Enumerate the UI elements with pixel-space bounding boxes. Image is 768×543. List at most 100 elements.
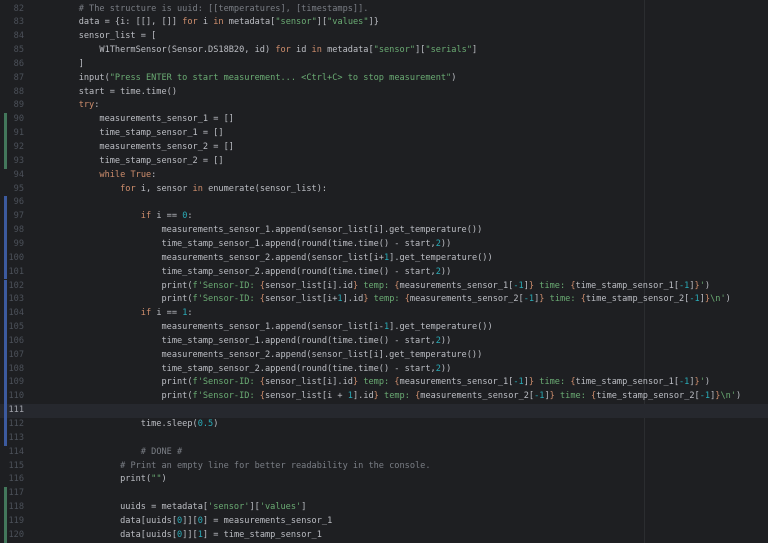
code-line[interactable]: 84 sensor_list = [ [0, 30, 768, 44]
code-line[interactable]: 88 start = time.time() [0, 86, 768, 100]
code-token: time_stamp_sensor_2.append(round(time.ti… [58, 266, 436, 277]
code-line[interactable]: 116 print("") [0, 473, 768, 487]
code-line[interactable]: 101 time_stamp_sensor_2.append(round(tim… [0, 265, 768, 280]
code-text[interactable]: time_stamp_sensor_2 = [] [58, 155, 223, 169]
code-line[interactable]: 103 print(f'Sensor-ID: {sensor_list[i+1]… [0, 293, 768, 308]
code-text[interactable]: time_stamp_sensor_1 = [] [58, 127, 223, 141]
code-text[interactable]: if i == 0: [58, 210, 193, 224]
code-token: sensor_list[i + [264, 391, 348, 402]
code-line[interactable]: 85 W1ThermSensor(Sensor.DS18B20, id) for… [0, 44, 768, 58]
code-text[interactable]: start = time.time() [58, 86, 177, 100]
code-token: -1 [513, 377, 524, 388]
line-number: 108 [8, 363, 24, 374]
code-text[interactable]: # DONE # [58, 446, 182, 460]
code-line[interactable]: 102 print(f'Sensor-ID: {sensor_list[i].i… [0, 279, 768, 294]
line-number: 95 [13, 183, 24, 194]
current-code-line[interactable]: 111 [0, 404, 768, 418]
code-line[interactable]: 98 measurements_sensor_1.append(sensor_l… [0, 224, 768, 238]
code-token: : [151, 169, 157, 180]
code-text[interactable]: if i == 1: [58, 307, 193, 321]
code-text[interactable]: time_stamp_sensor_1.append(round(time.ti… [58, 238, 451, 252]
code-editor[interactable]: 82 # The structure is uuid: [[temperatur… [0, 0, 768, 543]
code-text[interactable]: time_stamp_sensor_1.append(round(time.ti… [58, 335, 451, 349]
code-text[interactable]: print(f'Sensor-ID: {sensor_list[i].id} t… [58, 376, 710, 390]
code-text[interactable]: measurements_sensor_2.append(sensor_list… [58, 252, 492, 266]
code-text[interactable]: measurements_sensor_2 = [] [58, 141, 234, 155]
code-line[interactable]: 83 data = {i: [[], []] for i in metadata… [0, 16, 768, 30]
line-number: 90 [13, 114, 24, 125]
code-text[interactable]: # Print an empty line for better readabi… [58, 460, 430, 474]
code-token: time_stamp_sensor_1[ [575, 280, 679, 291]
code-line[interactable]: 97 if i == 0: [0, 210, 768, 225]
code-token: while [99, 169, 126, 180]
code-token: -1 [679, 280, 690, 291]
code-line[interactable]: 109 print(f'Sensor-ID: {sensor_list[i].i… [0, 376, 768, 391]
code-line[interactable]: 108 time_stamp_sensor_2.append(round(tim… [0, 362, 768, 377]
code-token: print( [58, 280, 193, 291]
code-token: -1 [523, 294, 535, 305]
code-line[interactable]: 90 measurements_sensor_1 = [] [0, 113, 768, 128]
code-line[interactable]: 99 time_stamp_sensor_1.append(round(time… [0, 237, 768, 252]
code-token: )) [440, 266, 452, 277]
code-line[interactable]: 95 for i, sensor in enumerate(sensor_lis… [0, 183, 768, 197]
code-line[interactable]: 104 if i == 1: [0, 307, 768, 322]
code-text[interactable]: time_stamp_sensor_2.append(round(time.ti… [58, 266, 451, 280]
code-line[interactable]: 91 time_stamp_sensor_1 = [] [0, 127, 768, 141]
code-line[interactable]: 115 # Print an empty line for better rea… [0, 460, 768, 474]
code-line[interactable]: 106 time_stamp_sensor_1.append(round(tim… [0, 334, 768, 349]
code-line[interactable]: 87 input("Press ENTER to start measureme… [0, 72, 768, 86]
code-text[interactable]: print(f'Sensor-ID: {sensor_list[i + 1].i… [58, 390, 741, 404]
line-number: 82 [13, 3, 24, 14]
code-token: metadata[ [321, 45, 374, 56]
code-line[interactable]: 92 measurements_sensor_2 = [] [0, 141, 768, 155]
code-line[interactable]: 89 try: [0, 99, 768, 113]
line-number: 118 [8, 502, 24, 513]
code-line[interactable]: 105 measurements_sensor_1.append(sensor_… [0, 321, 768, 335]
code-line[interactable]: 114 # DONE # [0, 446, 768, 460]
code-text[interactable]: W1ThermSensor(Sensor.DS18B20, id) for id… [58, 44, 477, 58]
code-text[interactable]: print("") [58, 473, 167, 487]
code-line[interactable]: 110 print(f'Sensor-ID: {sensor_list[i + … [0, 390, 768, 405]
code-text[interactable]: time.sleep(0.5) [58, 418, 219, 432]
line-number: 85 [13, 45, 24, 56]
code-text[interactable]: measurements_sensor_1.append(sensor_list… [58, 224, 482, 238]
code-text[interactable]: input("Press ENTER to start measurement.… [58, 72, 457, 86]
code-token: ][ [316, 17, 328, 28]
code-text[interactable]: ] [58, 58, 84, 72]
line-number: 115 [8, 460, 24, 471]
code-line[interactable]: 100 measurements_sensor_2.append(sensor_… [0, 251, 768, 266]
code-line[interactable]: 112 time.sleep(0.5) [0, 418, 768, 432]
code-text[interactable]: sensor_list = [ [58, 30, 157, 44]
code-token: time_stamp_sensor_1.append(round(time.ti… [58, 335, 436, 346]
code-line[interactable]: 107 measurements_sensor_2.append(sensor_… [0, 348, 768, 363]
code-text[interactable]: measurements_sensor_1.append(sensor_list… [58, 321, 492, 335]
code-text[interactable]: print(f'Sensor-ID: {sensor_list[i].id} t… [58, 280, 710, 294]
code-line[interactable]: 96 [0, 196, 768, 211]
code-text[interactable]: time_stamp_sensor_2.append(round(time.ti… [58, 363, 451, 377]
code-text[interactable]: while True: [58, 169, 156, 183]
code-text[interactable]: data[uuids[0]][1] = time_stamp_sensor_1 [58, 529, 322, 543]
code-text[interactable]: data[uuids[0]][0] = measurements_sensor_… [58, 515, 332, 529]
code-text[interactable]: for i, sensor in enumerate(sensor_list): [58, 183, 327, 197]
code-token: temp: [378, 391, 416, 402]
code-text[interactable]: measurements_sensor_1 = [] [58, 113, 234, 127]
code-text[interactable]: data = {i: [[], []] for i in metadata["s… [58, 16, 379, 30]
code-line[interactable]: 117 [0, 487, 768, 502]
code-line[interactable]: 93 time_stamp_sensor_2 = [] [0, 154, 768, 169]
code-text[interactable]: print(f'Sensor-ID: {sensor_list[i+1].id}… [58, 293, 730, 307]
line-number: 98 [13, 225, 24, 236]
code-text[interactable]: measurements_sensor_2.append(sensor_list… [58, 349, 482, 363]
code-text[interactable]: uuids = metadata['sensor']['values'] [58, 501, 306, 515]
code-line[interactable]: 86 ] [0, 58, 768, 72]
code-text[interactable]: # The structure is uuid: [[temperatures]… [58, 3, 369, 17]
code-text[interactable]: try: [58, 99, 100, 113]
code-line[interactable]: 119 data[uuids[0]][0] = measurements_sen… [0, 514, 768, 529]
code-line[interactable]: 118 uuids = metadata['sensor']['values'] [0, 501, 768, 515]
code-line[interactable]: 82 # The structure is uuid: [[temperatur… [0, 3, 768, 17]
code-line[interactable]: 113 [0, 431, 768, 446]
code-line[interactable]: 94 while True: [0, 169, 768, 183]
code-token: time_stamp_sensor_2[ [585, 294, 690, 305]
code-line[interactable]: 120 data[uuids[0]][1] = time_stamp_senso… [0, 528, 768, 543]
